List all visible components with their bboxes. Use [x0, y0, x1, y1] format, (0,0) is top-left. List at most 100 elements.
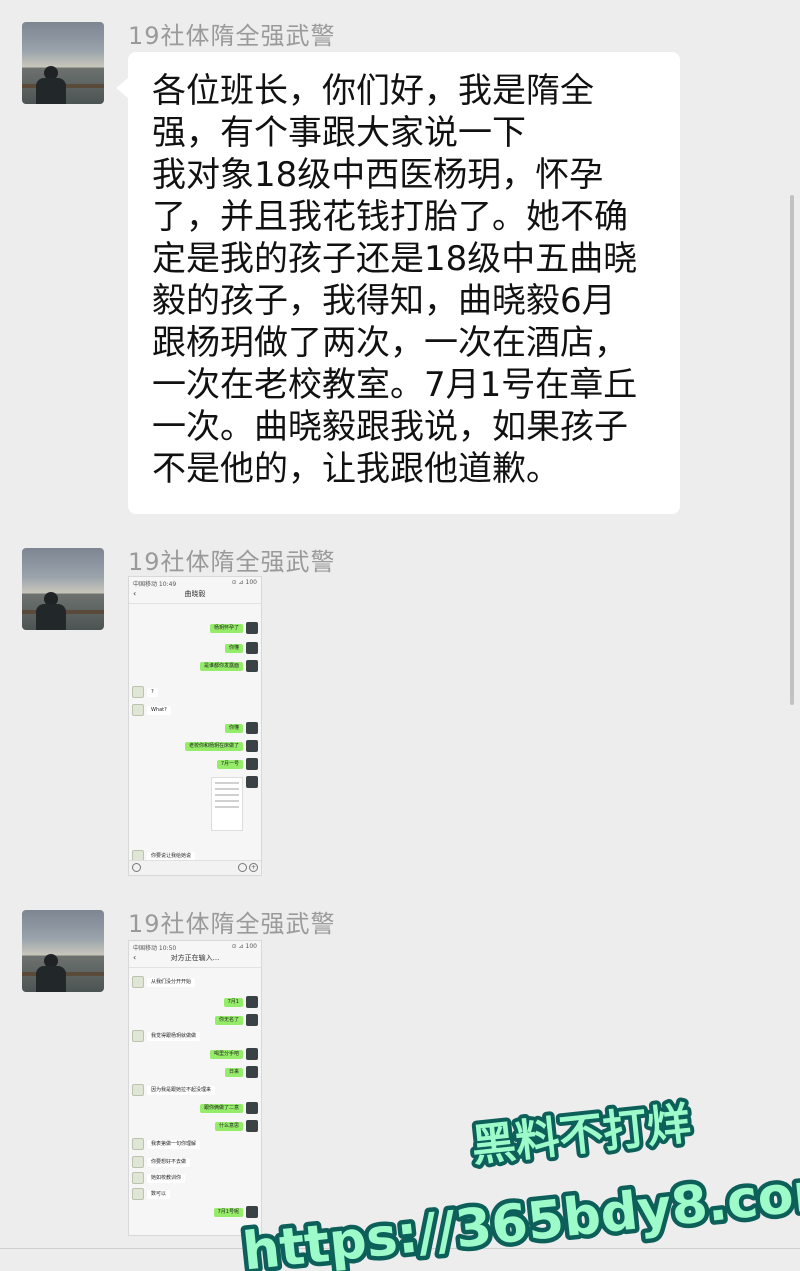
mini-avatar [246, 776, 258, 788]
status-text: 中国移动 10:50 [133, 945, 177, 952]
input-bar: + [129, 860, 261, 875]
mini-avatar [246, 1102, 258, 1114]
mini-bubble: 7月1 [223, 997, 243, 1007]
mini-bubble: ? [147, 687, 158, 697]
mini-chat-row: 你懂 [222, 722, 258, 734]
plus-icon: + [249, 863, 258, 872]
mini-chat-row: 你懂 [222, 642, 258, 654]
sender-avatar[interactable] [22, 910, 104, 992]
message-text-line: 一次在老校教室。7月1号在章丘 [152, 365, 638, 405]
mini-chat-row: 我表第做一句你理解 [132, 1138, 203, 1150]
mini-bubble: 跟你俩做了二意 [199, 1103, 243, 1113]
message-text-line: 毅的孩子，我得知，曲晓毅6月 [152, 281, 616, 321]
mini-chat-row: 杨玥怀孕了 [207, 622, 258, 634]
message-text-line: 强，有个事跟大家说一下 [152, 113, 526, 153]
mini-bubble: 7月一号 [216, 759, 243, 769]
mini-avatar [132, 1188, 144, 1200]
message-text-line: 跟杨玥做了两次，一次在酒店， [152, 323, 628, 363]
voice-icon [132, 863, 141, 872]
mini-avatar [132, 1172, 144, 1184]
mini-chat-row: 我觉得跟杨玥就做做 [132, 1030, 203, 1042]
mini-bubble: 7月1号呢 [213, 1207, 243, 1217]
mini-avatar [132, 1156, 144, 1168]
back-icon: ‹ [133, 589, 137, 598]
mini-bubble: 我表第做一句你理解 [147, 1139, 201, 1149]
mini-chat-row: 她如校教训你 [132, 1172, 188, 1184]
chat-title: 曲晓毅 [184, 590, 206, 598]
mini-bubble: 是谁都你发露面 [199, 661, 243, 671]
mini-chat-row: ? [132, 686, 161, 698]
mini-avatar [246, 1066, 258, 1078]
message-text-line: 定是我的孩子还是18级中五曲晓 [152, 239, 638, 279]
mini-bubble: 喝里分手吧 [209, 1049, 243, 1059]
message-text-line: 不是他的，让我跟他道歉。 [152, 449, 560, 489]
mini-bubble: 因为我是跟她拉不起没理来 [147, 1085, 216, 1095]
sender-name: 19社体隋全强武警 [128, 548, 336, 576]
status-icons: ⊙ ⊿ 100 [231, 943, 257, 950]
mini-chat-row: 是谁都你发露面 [197, 660, 258, 672]
image-message-screenshot[interactable]: 中国移动 10:50 ⊙ ⊿ 100 ‹ 对方正在输入... 从我们没分开开始 7… [128, 940, 262, 1236]
mini-chat-row: 老校你和杨玥在床做了 [182, 740, 258, 752]
mini-avatar [132, 976, 144, 988]
mini-avatar [246, 1206, 258, 1218]
mini-chat-row: 7月1号呢 [211, 1206, 258, 1218]
status-icons: ⊙ ⊿ 100 [231, 579, 257, 586]
mini-bubble: 她如校教训你 [147, 1173, 186, 1183]
mini-avatar [132, 686, 144, 698]
chat-title: 对方正在输入... [170, 954, 220, 962]
mini-bubble: What? [147, 705, 171, 715]
mini-avatar [246, 1120, 258, 1132]
mini-avatar [132, 1084, 144, 1096]
watermark-title: 黑料不打烊 [469, 1098, 693, 1172]
mini-bubble: 杨玥怀孕了 [209, 623, 243, 633]
mini-chat-row: 日来 [222, 1066, 258, 1078]
mini-chat-row: 什么意思 [212, 1120, 258, 1132]
mini-chat-row: 跟你俩做了二意 [197, 1102, 258, 1114]
sender-avatar[interactable] [22, 22, 104, 104]
mini-bubble: 什么意思 [214, 1121, 243, 1131]
watermark-url: https://365bdy8.com [240, 1159, 800, 1271]
mini-bubble: 日来 [224, 1067, 243, 1077]
mini-avatar [246, 622, 258, 634]
mini-avatar [246, 1014, 258, 1026]
back-icon: ‹ [133, 953, 137, 962]
image-message-screenshot[interactable]: 中国移动 10:49 ⊙ ⊿ 100 ‹ 曲晓毅 杨玥怀孕了 你懂 是谁都你发露面?… [128, 576, 262, 876]
mini-avatar [246, 996, 258, 1008]
mini-chat-row: 7月1 [221, 996, 258, 1008]
mini-avatar [246, 660, 258, 672]
mini-bubble: 你要想好不去做 [147, 1157, 191, 1167]
divider [0, 1248, 800, 1249]
mini-chat-row: What? [132, 704, 174, 716]
mini-avatar [246, 1048, 258, 1060]
mini-bubble: 你无名了 [214, 1015, 243, 1025]
sender-avatar[interactable] [22, 548, 104, 630]
text-message-bubble[interactable]: 各位班长，你们好，我是隋全 强，有个事跟大家说一下 我对象18级中西医杨玥，怀孕… [116, 52, 680, 514]
mini-bubble: 我觉得跟杨玥就做做 [147, 1031, 201, 1041]
chat-window: 19社体隋全强武警 各位班长，你们好，我是隋全 强，有个事跟大家说一下 我对象1… [0, 0, 800, 1271]
mini-avatar [132, 704, 144, 716]
mini-bubble: 数可以 [147, 1189, 171, 1199]
mini-bubble: 老校你和杨玥在床做了 [184, 741, 243, 751]
scrollbar[interactable] [790, 195, 794, 705]
mini-chat-row: 7月一号 [214, 758, 258, 770]
sender-name: 19社体隋全强武警 [128, 22, 336, 50]
mini-avatar [246, 642, 258, 654]
mini-avatar [132, 1138, 144, 1150]
mini-chat-row: 从我们没分开开始 [132, 976, 198, 988]
mini-chat-row: 喝里分手吧 [207, 1048, 258, 1060]
mini-bubble: 你懂 [224, 723, 243, 733]
sender-name: 19社体隋全强武警 [128, 910, 336, 938]
emoji-icon [238, 863, 247, 872]
mini-avatar [246, 740, 258, 752]
message-text-line: 一次。曲晓毅跟我说，如果孩子 [152, 407, 628, 447]
mini-chat-row: 因为我是跟她拉不起没理来 [132, 1084, 218, 1096]
message-text-line: 各位班长，你们好，我是隋全 [152, 71, 594, 111]
status-text: 中国移动 10:49 [133, 581, 177, 588]
message-text-line: 了，并且我花钱打胎了。她不确 [152, 197, 628, 237]
mini-bubble: 从我们没分开开始 [147, 977, 196, 987]
mini-chat-row: 你要想好不去做 [132, 1156, 193, 1168]
mini-avatar [132, 1030, 144, 1042]
mini-chat-row: 数可以 [132, 1188, 173, 1200]
message-text-line: 我对象18级中西医杨玥，怀孕 [152, 155, 604, 195]
mini-bubble: 你懂 [224, 643, 243, 653]
